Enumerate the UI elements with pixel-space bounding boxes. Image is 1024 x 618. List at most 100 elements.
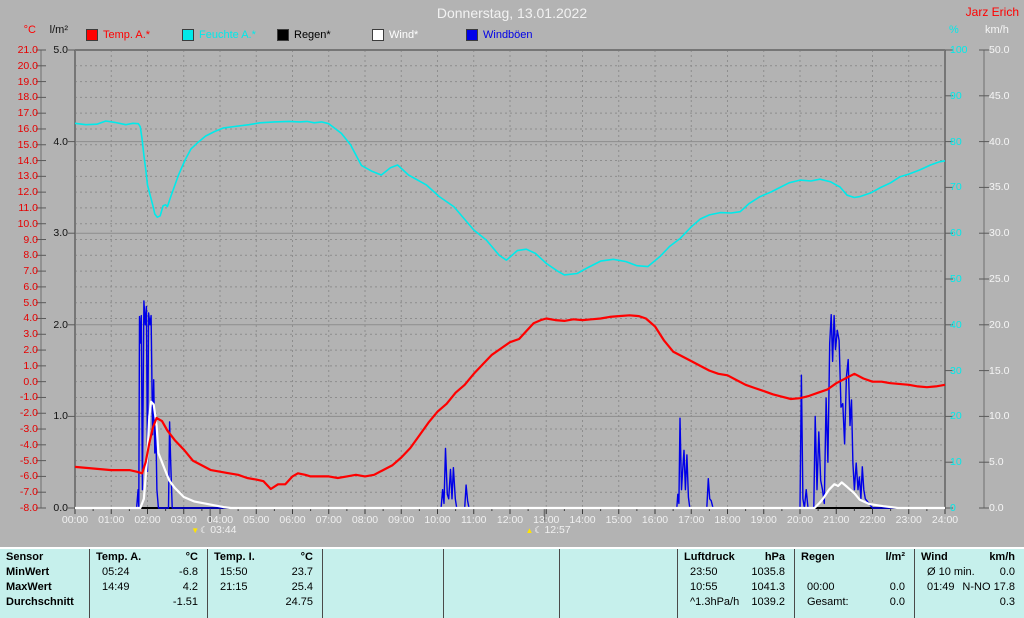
y-axis-wind-label: 30.0 bbox=[989, 227, 1010, 240]
table-row-label: Sensor bbox=[6, 551, 44, 563]
y-axis-wind-label: 5.0 bbox=[989, 456, 1004, 469]
table-row-label: MaxWert bbox=[6, 581, 52, 593]
moonrise-icon: ▲ bbox=[525, 525, 534, 535]
y-axis-temp-label: 8.0 bbox=[23, 249, 38, 262]
table-cell-value: 4.2 bbox=[182, 581, 198, 593]
y-axis-temp-label: -5.0 bbox=[19, 454, 38, 467]
y-axis-wind-label: 0.0 bbox=[989, 502, 1004, 514]
table-row-label: MinWert bbox=[6, 566, 50, 578]
y-axis-temp-label: 0.0 bbox=[23, 375, 38, 388]
y-axis-temp-label: 20.0 bbox=[17, 59, 38, 72]
windboeen-swatch-icon bbox=[466, 29, 478, 41]
y-axis-temp-label: 12.0 bbox=[17, 186, 38, 199]
table-cell-value: 1039.2 bbox=[751, 596, 785, 608]
y-axis-wind-label: 10.0 bbox=[989, 410, 1010, 423]
x-axis-time-label: 16:00 bbox=[641, 514, 669, 526]
table-header-unit: l/m² bbox=[885, 551, 905, 563]
y-axis-humidity-label: 30 bbox=[950, 364, 962, 377]
legend-label: Temp. A.* bbox=[103, 29, 151, 41]
y-axis-rain-label: 2.0 bbox=[53, 318, 68, 331]
x-axis-time-label: 12:00 bbox=[496, 514, 524, 526]
legend-label: Regen* bbox=[294, 29, 331, 41]
y-axis-wind-label: 20.0 bbox=[989, 318, 1010, 331]
y-axis-wind-label: 35.0 bbox=[989, 181, 1010, 194]
x-axis-time-label: 20:00 bbox=[786, 514, 814, 526]
y-axis-temp-label: 6.0 bbox=[23, 280, 38, 293]
x-axis-time-label: 22:00 bbox=[859, 514, 886, 526]
y-axis-wind-label: 15.0 bbox=[989, 364, 1010, 377]
event-time-label: 12:57 bbox=[544, 524, 571, 536]
moonset-icon: ▼ bbox=[191, 525, 200, 535]
y-axis-temp-label: 7.0 bbox=[23, 265, 38, 278]
legend-item-feuchte-a[interactable]: Feuchte A.* bbox=[182, 29, 256, 41]
moon-icon: ☾ bbox=[534, 524, 543, 535]
table-header-unit: hPa bbox=[764, 551, 785, 563]
table-cell-value: N-NO 17.8 bbox=[962, 581, 1015, 593]
table-header-unit: °C bbox=[185, 551, 198, 563]
moon-icon: ☾ bbox=[200, 524, 209, 535]
x-axis-time-label: 24:00 bbox=[931, 514, 959, 526]
table-divider bbox=[322, 549, 323, 618]
x-axis-time-label: 10:00 bbox=[424, 514, 451, 526]
y-axis-temp-label: -2.0 bbox=[19, 407, 38, 420]
y-axis-temp-label: 1.0 bbox=[23, 359, 38, 372]
y-axis-temp-label: 13.0 bbox=[17, 170, 38, 183]
y-axis-temp-label: 19.0 bbox=[17, 75, 38, 88]
table-cell-value: 1035.8 bbox=[751, 566, 785, 578]
y-axis-humidity-label: 60 bbox=[950, 227, 962, 240]
y-axis-wind-label: 40.0 bbox=[989, 135, 1010, 148]
y-axis-temp-label: 5.0 bbox=[23, 296, 38, 309]
y-axis-temp-label: -6.0 bbox=[19, 470, 38, 483]
legend-item-regen[interactable]: Regen* bbox=[277, 29, 331, 41]
table-header-unit: °C bbox=[300, 551, 313, 563]
x-axis-time-label: 07:00 bbox=[315, 514, 342, 526]
y-axis-temp-label: 4.0 bbox=[23, 312, 38, 325]
table-cell-value: 0.0 bbox=[889, 596, 905, 608]
table-divider bbox=[89, 549, 90, 618]
y-axis-temp-label: -7.0 bbox=[19, 486, 38, 499]
x-axis-time-label: 19:00 bbox=[750, 514, 777, 526]
table-cell-value: 1041.3 bbox=[751, 581, 785, 593]
x-axis-time-label: 11:00 bbox=[461, 514, 487, 526]
legend-label: Windböen bbox=[483, 29, 533, 41]
y-axis-temp-label: 2.0 bbox=[23, 344, 38, 357]
moonrise-marker: ▲ ☾ 12:57 bbox=[525, 524, 570, 536]
x-axis-time-label: 23:00 bbox=[895, 514, 922, 526]
table-cell-value: 0.0 bbox=[889, 581, 905, 593]
y-axis-temp-label: 11.0 bbox=[18, 201, 38, 214]
x-axis-time-label: 21:00 bbox=[823, 514, 850, 526]
x-axis-time-label: 02:00 bbox=[134, 514, 161, 526]
table-cell-value: -1.51 bbox=[172, 596, 198, 608]
y-axis-temp-label: 15.0 bbox=[17, 138, 38, 151]
table-divider bbox=[443, 549, 444, 618]
table-divider bbox=[559, 549, 560, 618]
event-time-label: 03:44 bbox=[210, 524, 237, 536]
y-axis-rain-label: 0.0 bbox=[53, 502, 68, 514]
table-divider bbox=[794, 549, 795, 618]
table-cell-value: 23.7 bbox=[291, 566, 313, 578]
legend-item-temp-a[interactable]: Temp. A.* bbox=[86, 29, 150, 41]
table-cell-value: 0.0 bbox=[999, 566, 1015, 578]
y-axis-temp-label: 18.0 bbox=[17, 91, 38, 104]
legend-item-wind[interactable]: Wind* bbox=[372, 29, 418, 41]
table-cell-value: 24.75 bbox=[285, 596, 313, 608]
y-axis-rain-label: 4.0 bbox=[53, 135, 68, 148]
table-divider bbox=[677, 549, 678, 618]
plot-area bbox=[36, 49, 989, 522]
y-axis-temp-label: 16.0 bbox=[17, 122, 38, 135]
temp-a-swatch-icon bbox=[86, 29, 98, 41]
table-row-label: Durchschnitt bbox=[6, 596, 74, 608]
y-axis-rain-label: 3.0 bbox=[53, 227, 68, 240]
y-axis-wind-label: 25.0 bbox=[989, 273, 1010, 285]
y-axis-humidity-label: 20 bbox=[950, 410, 962, 423]
x-axis-time-label: 09:00 bbox=[388, 514, 415, 526]
y-axis-temp-label: -3.0 bbox=[19, 423, 38, 436]
x-axis-time-label: 05:00 bbox=[243, 514, 270, 526]
y-axis-temp-label: -4.0 bbox=[19, 438, 38, 451]
y-axis-temp-label: 17.0 bbox=[17, 107, 38, 120]
legend-label: Wind* bbox=[389, 29, 419, 41]
legend-item-windboeen[interactable]: Windböen bbox=[466, 29, 533, 41]
y-axis-humidity-label: 80 bbox=[950, 135, 962, 148]
feuchte-a-swatch-icon bbox=[182, 29, 194, 41]
table-divider bbox=[207, 549, 208, 618]
